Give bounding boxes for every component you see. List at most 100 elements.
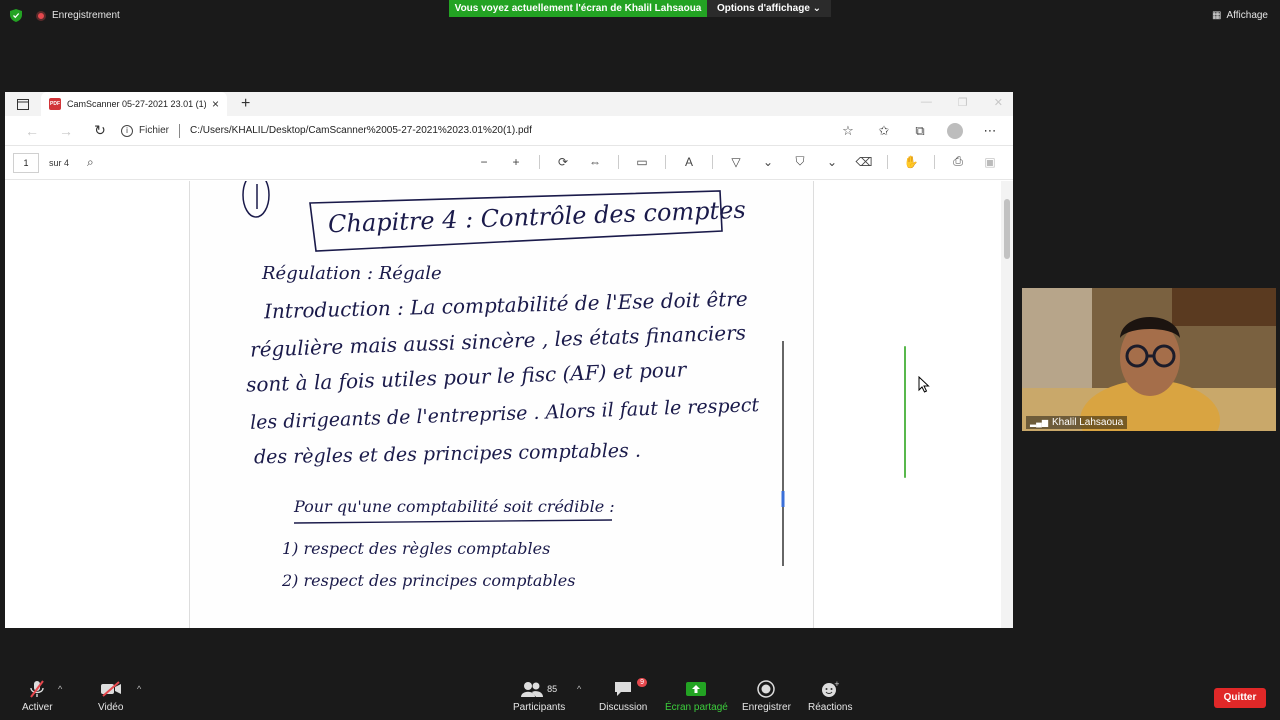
profile-avatar[interactable] (947, 123, 963, 139)
favorites-icon[interactable]: ✩ (875, 123, 893, 139)
new-tab-button[interactable]: + (241, 95, 250, 113)
doc-line-6: des règles et des principes comptables . (253, 439, 642, 469)
touch-icon[interactable]: ✋ (902, 155, 920, 169)
divider (665, 154, 666, 169)
video-off-icon (100, 681, 121, 697)
grid-icon: ▦ (1212, 10, 1222, 21)
pdf-tools: − + ⟳ ⇔ ▭ A ▽ ⌄ ⛉ ⌄ ⌫ ✋ ⎙ ▣ ⇲ 📌 (475, 154, 1013, 169)
forward-icon[interactable]: → (49, 123, 83, 139)
participant-name-tag: ▂▄▆ Khalil Lahsaoua (1026, 416, 1128, 429)
share-screen-button[interactable]: Écran partagé (665, 680, 728, 713)
page-number-input[interactable]: 1 (13, 152, 39, 173)
pdf-icon: PDF (49, 98, 61, 110)
doc-line-4: sont à la fois utiles pour le fisc (AF) … (245, 357, 687, 397)
restore-icon[interactable]: ❐ (958, 96, 968, 109)
draw-icon[interactable]: ▽ (727, 155, 745, 169)
record-icon (757, 680, 776, 698)
highlight-options-icon[interactable]: ⌄ (823, 155, 841, 169)
participants-count: 85 (547, 684, 558, 694)
share-screen-icon (686, 682, 707, 696)
view-label: Affichage (1226, 10, 1268, 21)
print-icon[interactable]: ⎙ (949, 154, 967, 169)
participant-video[interactable]: ▂▄▆ Khalil Lahsaoua (1022, 288, 1276, 431)
chevron-down-icon: ⌄ (812, 3, 822, 14)
doc-line-2: Introduction : La comptabilité de l'Ese … (263, 286, 748, 324)
tab-actions-button[interactable] (5, 92, 41, 116)
mute-options-icon[interactable]: ^ (58, 684, 62, 694)
rotate-icon[interactable]: ⟳ (554, 155, 572, 169)
doc-line-1: Régulation : Régale (262, 263, 442, 284)
muted-mic-icon (30, 680, 45, 698)
more-icon[interactable]: ⋯ (981, 123, 999, 139)
save-icon[interactable]: ▣ (981, 155, 999, 169)
video-button[interactable]: Vidéo (98, 680, 123, 713)
video-options-icon[interactable]: ^ (137, 684, 141, 694)
read-aloud-icon[interactable]: A (680, 155, 698, 169)
add-favorite-icon[interactable]: ☆ (839, 123, 857, 139)
quit-button[interactable]: Quitter (1214, 688, 1266, 708)
annotation-line (904, 346, 906, 478)
record-dot-icon (36, 10, 46, 21)
zoom-out-icon[interactable]: − (475, 155, 493, 169)
recording-indicator[interactable]: Enregistrement (36, 10, 120, 21)
doc-item-2: 2) respect des principes comptables (282, 571, 576, 590)
info-icon: i (121, 124, 133, 137)
search-icon[interactable]: ⌕ (87, 155, 94, 170)
pdf-viewer[interactable]: Chapitre 4 : Contrôle des comptes Régula… (5, 181, 1013, 628)
browser-tab[interactable]: PDF CamScanner 05-27-2021 23.01 (1) × (41, 92, 227, 116)
back-icon[interactable]: ← (15, 123, 49, 139)
site-info-button[interactable]: i Fichier (121, 124, 170, 137)
chat-button[interactable]: 9 Discussion (599, 678, 648, 713)
page-total: sur 4 (49, 157, 70, 168)
recording-label: Enregistrement (52, 10, 120, 21)
page-view-icon[interactable]: ▭ (633, 155, 651, 169)
doc-line-5: les dirigeants de l'entreprise . Alors i… (249, 394, 760, 434)
scrollbar[interactable] (1001, 181, 1013, 628)
scroll-thumb[interactable] (1004, 199, 1010, 259)
participant-name: Khalil Lahsaoua (1051, 417, 1124, 428)
divider (887, 154, 888, 169)
window-close-icon[interactable]: ✕ (994, 96, 1003, 109)
record-label: Enregistrer (742, 702, 791, 713)
minimize-icon[interactable]: — (921, 96, 932, 109)
view-options-button[interactable]: Options d'affichage ⌄ (707, 0, 831, 17)
mute-label: Activer (22, 702, 53, 713)
participants-button[interactable]: 85 Participants (513, 680, 565, 713)
tab-actions-icon (17, 98, 29, 110)
site-info-label: Fichier (139, 125, 170, 136)
video-label: Vidéo (98, 702, 124, 713)
shield-icon[interactable] (10, 9, 22, 22)
participants-label: Participants (513, 702, 566, 713)
collections-icon[interactable]: ⧉ (911, 123, 929, 139)
browser-actions: ☆ ✩ ⧉ ⋯ (839, 123, 999, 139)
pdf-page: Chapitre 4 : Contrôle des comptes Régula… (189, 181, 814, 628)
view-options-label: Options d'affichage (716, 3, 810, 14)
refresh-icon[interactable]: ↻ (83, 122, 117, 139)
share-screen-label: Écran partagé (665, 702, 728, 713)
record-button[interactable]: Enregistrer (742, 680, 791, 713)
fit-page-icon[interactable]: ⇔ (586, 155, 604, 169)
divider (179, 123, 181, 138)
eraser-icon[interactable]: ⌫ (855, 155, 873, 169)
tab-bar: PDF CamScanner 05-27-2021 23.01 (1) × + … (5, 92, 1013, 116)
doc-subtitle: Pour qu'une comptabilité soit crédible : (294, 497, 615, 516)
reactions-button[interactable]: + Réactions (808, 680, 852, 713)
url-field[interactable]: C:/Users/KHALIL/Desktop/CamScanner%2005-… (190, 125, 532, 136)
chat-icon (615, 682, 632, 696)
svg-text:+: + (834, 680, 839, 688)
divider (934, 154, 935, 169)
mouse-cursor-icon (918, 376, 930, 393)
divider (539, 154, 540, 169)
subtitle-underline (294, 519, 613, 524)
tab-title: CamScanner 05-27-2021 23.01 (1) (67, 99, 206, 109)
chat-badge: 9 (637, 678, 648, 687)
zoom-in-icon[interactable]: + (507, 155, 525, 169)
draw-options-icon[interactable]: ⌄ (759, 155, 777, 169)
mute-button[interactable]: Activer (22, 680, 53, 713)
share-banner: Vous voyez actuellement l'écran de Khali… (449, 0, 707, 17)
participants-options-icon[interactable]: ^ (577, 684, 581, 694)
close-icon[interactable]: × (212, 97, 219, 111)
pdf-toolbar: 1 sur 4 ⌕ − + ⟳ ⇔ ▭ A ▽ ⌄ ⛉ ⌄ ⌫ ✋ ⎙ ▣ ⇲ … (5, 146, 1013, 180)
view-button[interactable]: ▦ Affichage (1212, 10, 1268, 21)
highlight-icon[interactable]: ⛉ (791, 154, 809, 169)
